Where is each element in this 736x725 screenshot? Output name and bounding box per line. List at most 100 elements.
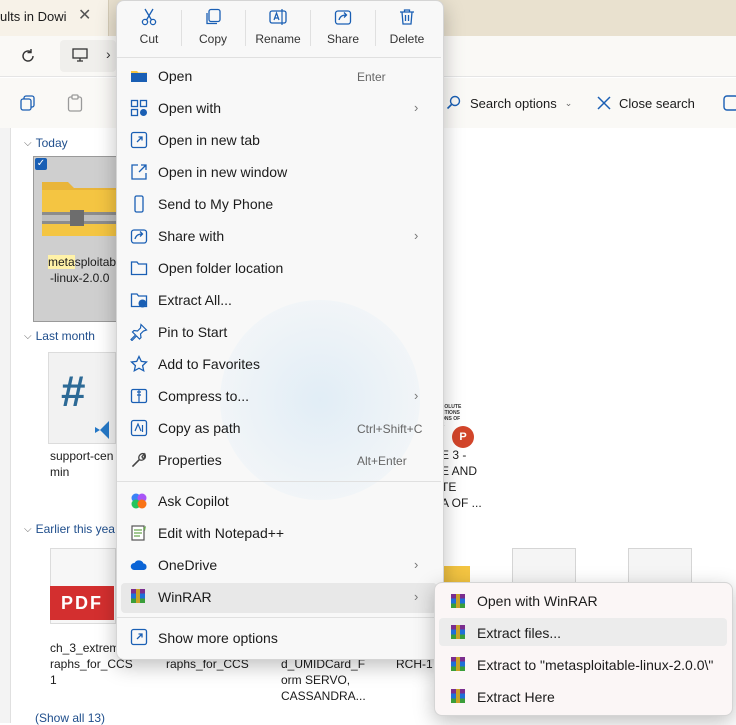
trash-icon xyxy=(400,9,414,25)
separator xyxy=(117,481,441,482)
close-tab-icon[interactable]: ✕ xyxy=(78,5,91,25)
close-search-icon xyxy=(597,96,611,110)
menu-item-compress-label: Compress to... xyxy=(158,388,250,404)
cut-button[interactable]: Cut xyxy=(117,0,181,56)
rename-label: Rename xyxy=(255,32,301,46)
separator xyxy=(117,617,441,618)
group-earlier-label: Earlier this yea xyxy=(35,522,115,536)
menu-item-copy-path-label: Copy as path xyxy=(158,420,241,436)
ch3-file-name-1: ch_3_extrem xyxy=(50,641,120,655)
menu-item-notepad-label: Edit with Notepad++ xyxy=(158,525,285,541)
document-thumb[interactable] xyxy=(628,548,692,584)
winrar-extract-here-icon xyxy=(451,689,465,703)
address-field[interactable]: › xyxy=(60,40,116,72)
submenu-extract-here-label: Extract Here xyxy=(477,689,555,705)
show-more-icon xyxy=(130,628,148,646)
menu-item-send-phone-label: Send to My Phone xyxy=(158,196,274,212)
tab-title: ults in Dowi xyxy=(0,9,67,24)
rename-button[interactable]: Rename xyxy=(246,0,310,56)
more-toolbar-icon[interactable] xyxy=(722,94,736,112)
group-last-month-label: Last month xyxy=(35,329,95,343)
group-earlier[interactable]: ⌵ Earlier this yea xyxy=(24,522,115,536)
chevron-right-icon: › xyxy=(414,228,419,243)
menu-item-pin-start-label: Pin to Start xyxy=(158,324,228,340)
winrar-icon xyxy=(131,589,145,603)
chevron-down-icon: ⌵ xyxy=(24,330,32,342)
powerpoint-icon: P xyxy=(452,426,474,448)
chevron-right-icon: › xyxy=(414,557,419,572)
navigation-pane xyxy=(0,128,11,723)
menu-item-extract-all-label: Extract All... xyxy=(158,292,232,308)
group-last-month[interactable]: ⌵ Last month xyxy=(24,329,95,343)
wrench-icon xyxy=(131,452,146,468)
ch3-file-name-3: 1 xyxy=(50,673,57,687)
close-search-button[interactable]: Close search xyxy=(597,92,695,114)
copy-path-icon xyxy=(130,419,148,437)
ppt-thumb-text: SOLUTE CTIONS ONS OF E xyxy=(441,404,462,428)
copy-label: Copy xyxy=(198,32,227,46)
chevron-down-icon: ⌄ xyxy=(564,97,573,108)
copilot-icon xyxy=(131,493,147,509)
onedrive-icon xyxy=(130,560,147,570)
ppt-file-name-4: A OF ... xyxy=(441,496,482,510)
menu-item-add-favorites-label: Add to Favorites xyxy=(158,356,260,372)
umid-file-name-3: CASSANDRA... xyxy=(281,689,366,703)
share-label: Share xyxy=(326,32,360,46)
ppt-file-name-2: E AND xyxy=(441,464,478,478)
close-search-label: Close search xyxy=(619,95,695,111)
chevron-right-icon: › xyxy=(414,388,419,403)
pdf-badge: PDF xyxy=(50,586,114,620)
phone-icon xyxy=(134,195,144,213)
new-window-icon xyxy=(131,164,147,180)
breadcrumb-chevron-icon: › xyxy=(106,46,111,62)
menu-item-show-more-label: Show more options xyxy=(158,630,278,646)
menu-item-copy-path-shortcut: Ctrl+Shift+C xyxy=(357,422,423,436)
menu-item-open-folder-location-label: Open folder location xyxy=(158,260,284,276)
menu-item-onedrive-label: OneDrive xyxy=(158,557,218,573)
chevron-down-icon: ⌵ xyxy=(24,137,32,149)
support-file-thumb[interactable]: # xyxy=(48,352,116,444)
separator xyxy=(117,57,441,58)
chevron-down-icon: ⌵ xyxy=(24,523,32,535)
menu-item-winrar-label: WinRAR xyxy=(158,589,212,605)
menu-item-open-new-window-label: Open in new window xyxy=(158,164,288,180)
paste-icon[interactable] xyxy=(67,94,83,112)
browser-tab[interactable]: ults in Dowi ✕ xyxy=(0,0,109,36)
zip-file-name: metasploitab xyxy=(48,255,117,269)
menu-item-open-label: Open xyxy=(158,68,193,84)
document-thumb[interactable] xyxy=(512,548,576,584)
search-options-button[interactable]: Search options ⌄ xyxy=(446,92,572,114)
folder-icon xyxy=(131,71,147,82)
cut-label: Cut xyxy=(139,32,159,46)
selection-checkbox[interactable]: ✓ xyxy=(35,158,47,170)
open-with-icon xyxy=(130,99,148,117)
share-button[interactable]: Share xyxy=(311,0,375,56)
copy-button[interactable]: Copy xyxy=(181,0,245,56)
notepad-plus-icon xyxy=(131,525,146,541)
share-icon xyxy=(334,10,352,25)
copy-icon xyxy=(206,8,221,25)
submenu-extract-files-label: Extract files... xyxy=(477,625,562,641)
hash-icon: # xyxy=(61,367,86,416)
copy-toolbar-icon[interactable] xyxy=(20,95,36,111)
search-highlight: meta xyxy=(48,255,75,269)
winrar-extract-icon xyxy=(451,625,465,639)
menu-item-open-new-tab-label: Open in new tab xyxy=(158,132,260,148)
scissors-icon xyxy=(141,8,157,26)
menu-item-properties-label: Properties xyxy=(158,452,222,468)
group-today-label: Today xyxy=(35,136,68,150)
pin-icon xyxy=(130,323,148,341)
winrar-extract-to-icon xyxy=(451,657,465,671)
refresh-icon[interactable] xyxy=(20,48,36,64)
group-today[interactable]: ⌵ Today xyxy=(24,136,68,150)
chevron-right-icon: › xyxy=(414,100,419,115)
menu-item-ask-copilot-label: Ask Copilot xyxy=(158,493,229,509)
menu-item-open-shortcut: Enter xyxy=(357,70,386,84)
menu-item-properties-shortcut: Alt+Enter xyxy=(357,454,407,468)
delete-button[interactable]: Delete xyxy=(375,0,439,56)
folder-outline-icon xyxy=(130,261,148,276)
submenu-extract-to-label: Extract to "metasploitable-linux-2.0.0\" xyxy=(477,657,714,673)
folder-icon xyxy=(440,566,470,582)
new-tab-icon xyxy=(130,131,148,149)
star-icon xyxy=(130,355,148,373)
